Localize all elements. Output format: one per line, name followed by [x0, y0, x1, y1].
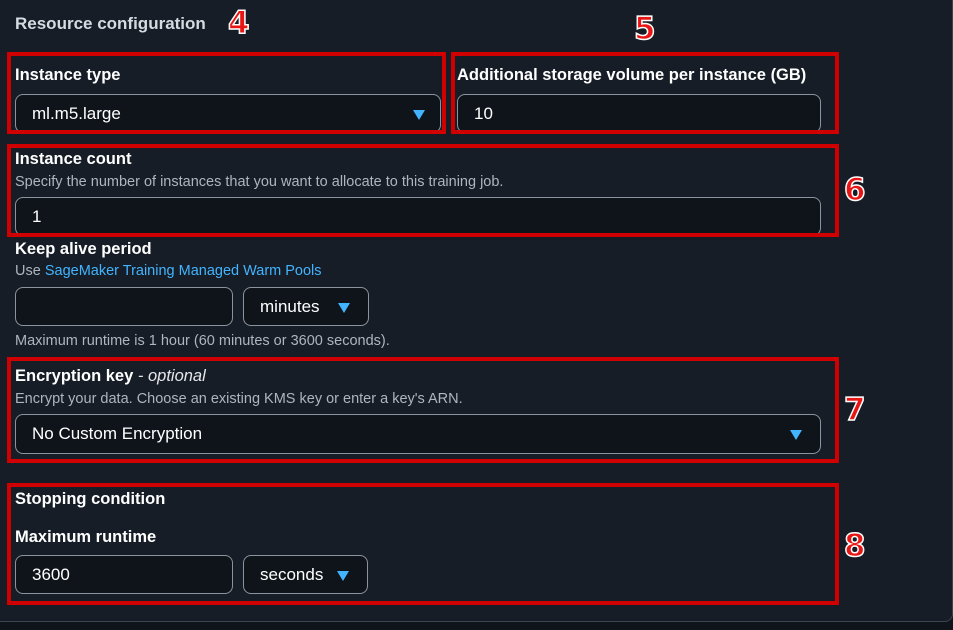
- storage-volume-value: 10: [474, 103, 493, 123]
- storage-volume-input[interactable]: 10: [457, 94, 821, 133]
- caret-down-icon: [790, 430, 802, 440]
- annotation-number-5: 5: [633, 11, 656, 47]
- instance-count-label: Instance count: [15, 150, 132, 168]
- maximum-runtime-label: Maximum runtime: [15, 528, 157, 546]
- keep-alive-input[interactable]: [15, 287, 233, 326]
- caret-down-icon: [338, 303, 350, 313]
- instance-type-label: Instance type: [15, 66, 121, 84]
- instance-count-input[interactable]: 1: [15, 197, 821, 236]
- encryption-key-value: No Custom Encryption: [32, 424, 203, 443]
- annotation-number-8: 8: [843, 528, 866, 564]
- section-title: Resource configuration: [15, 14, 206, 33]
- maximum-runtime-unit-select[interactable]: seconds: [243, 555, 368, 594]
- instance-count-value: 1: [32, 206, 42, 226]
- maximum-runtime-unit-value: seconds: [260, 564, 324, 584]
- encryption-key-label-text: Encryption key: [15, 367, 134, 385]
- keep-alive-unit-select[interactable]: minutes: [243, 287, 369, 326]
- caret-down-icon: [337, 571, 349, 581]
- stopping-condition-title: Stopping condition: [15, 490, 166, 508]
- annotation-number-7: 7: [843, 392, 866, 428]
- annotation-number-4: 4: [227, 5, 250, 41]
- encryption-key-description: Encrypt your data. Choose an existing KM…: [15, 391, 463, 407]
- keep-alive-unit-value: minutes: [260, 296, 320, 316]
- keep-alive-hint: Maximum runtime is 1 hour (60 minutes or…: [15, 333, 390, 349]
- annotation-number-6: 6: [843, 172, 866, 208]
- keep-alive-label: Keep alive period: [15, 240, 152, 258]
- keep-alive-description: Use SageMaker Training Managed Warm Pool…: [15, 263, 322, 279]
- optional-tag: - optional: [137, 367, 206, 385]
- warm-pools-link[interactable]: SageMaker Training Managed Warm Pools: [45, 263, 322, 279]
- storage-volume-label: Additional storage volume per instance (…: [457, 66, 807, 84]
- encryption-key-label: Encryption key - optional: [15, 367, 206, 386]
- keep-alive-use-text: Use: [15, 263, 41, 279]
- instance-count-description: Specify the number of instances that you…: [15, 174, 504, 190]
- instance-type-value: ml.m5.large: [32, 103, 121, 123]
- maximum-runtime-value: 3600: [32, 564, 70, 584]
- resource-configuration-panel: Resource configuration Instance type ml.…: [0, 0, 953, 622]
- caret-down-icon: [413, 110, 425, 120]
- encryption-key-select[interactable]: No Custom Encryption: [15, 414, 821, 454]
- instance-type-select[interactable]: ml.m5.large: [15, 94, 441, 133]
- maximum-runtime-input[interactable]: 3600: [15, 555, 233, 594]
